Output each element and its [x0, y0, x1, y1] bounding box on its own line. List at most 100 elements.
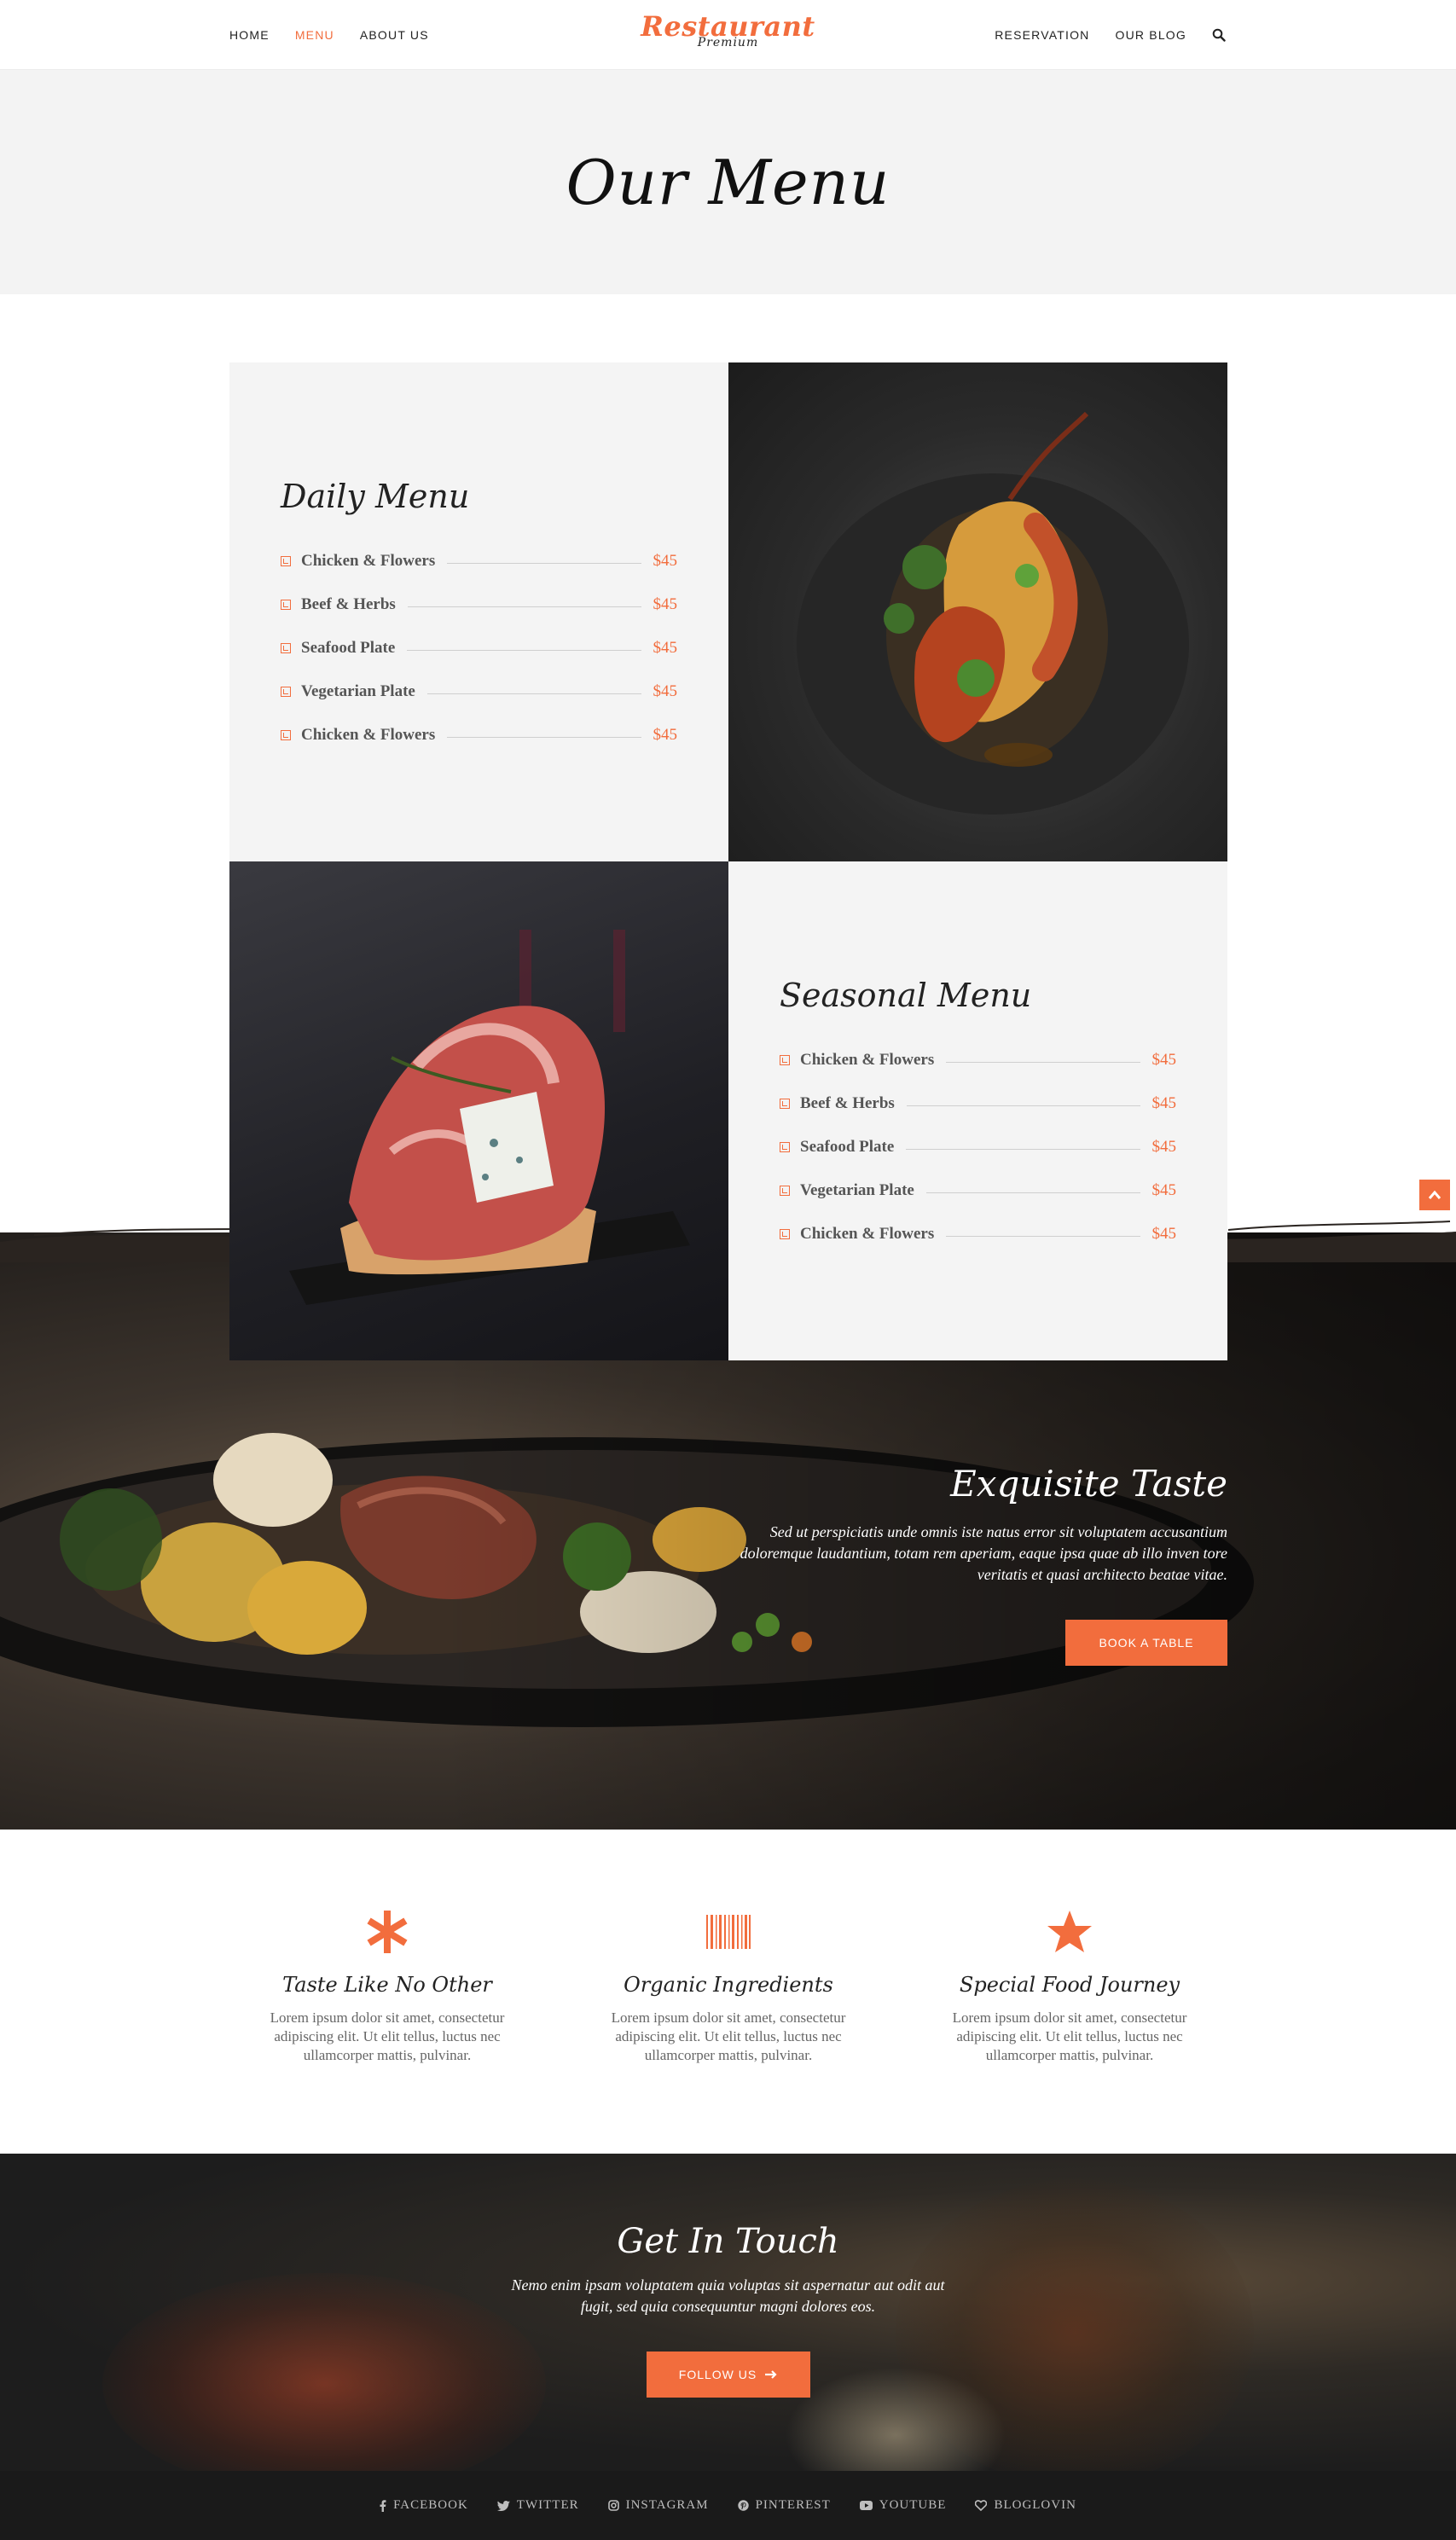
menu-item[interactable]: Vegetarian Plate $45 — [281, 670, 677, 713]
dish-name: Vegetarian Plate — [800, 1180, 914, 1199]
taste-description: Sed ut perspiciatis unde omnis iste natu… — [740, 1523, 1227, 1583]
prosciutto-plate-illustration — [289, 930, 690, 1305]
dish-icon — [281, 729, 291, 740]
dish-name: Seafood Plate — [301, 638, 396, 657]
barcode-icon — [588, 1906, 869, 1957]
social-label: TWITTER — [516, 2498, 579, 2512]
menu-item[interactable]: Beef & Herbs $45 — [780, 1082, 1176, 1125]
dish-icon — [780, 1185, 790, 1196]
dish-price: $45 — [1151, 1050, 1177, 1069]
page-title: Our Menu — [566, 146, 890, 218]
dish-icon — [281, 686, 291, 697]
dish-name: Seafood Plate — [800, 1137, 895, 1156]
touch-description: Nemo enim ipsam voluptatem quia voluptas… — [511, 2276, 945, 2315]
taste-title: Exquisite Taste — [950, 1463, 1227, 1505]
social-link-youtube[interactable]: YOUTUBE — [859, 2498, 947, 2513]
dish-name: Chicken & Flowers — [301, 725, 436, 744]
nav-reservation[interactable]: RESERVATION — [995, 28, 1089, 42]
social-label: YOUTUBE — [879, 2498, 947, 2512]
dish-icon — [281, 555, 291, 566]
dish-icon — [780, 1054, 790, 1065]
menu-item[interactable]: Vegetarian Plate $45 — [780, 1169, 1176, 1212]
youtube-icon — [859, 2501, 873, 2510]
feature-description: Lorem ipsum dolor sit amet, consectetur … — [952, 2009, 1187, 2063]
dotted-leader — [447, 563, 641, 564]
daily-menu-heading: Daily Menu — [281, 478, 470, 515]
dotted-leader — [407, 606, 641, 607]
dish-icon — [281, 599, 291, 610]
social-link-pinterest[interactable]: PINTEREST — [737, 2498, 831, 2513]
facebook-icon — [380, 2499, 386, 2512]
feature-card: Special Food Journey Lorem ipsum dolor s… — [929, 1906, 1210, 2065]
feature-title: Special Food Journey — [959, 1973, 1180, 1997]
search-icon[interactable] — [1212, 28, 1226, 42]
dish-price: $45 — [653, 638, 678, 657]
dish-price: $45 — [1151, 1180, 1177, 1199]
feature-title: Organic Ingredients — [624, 1973, 833, 1997]
dish-price: $45 — [1151, 1093, 1177, 1112]
social-label: FACEBOOK — [393, 2498, 468, 2512]
dish-name: Chicken & Flowers — [800, 1224, 935, 1243]
feature-description: Lorem ipsum dolor sit amet, consectetur … — [611, 2009, 846, 2063]
top-navigation: HOME MENU ABOUT US Restaurant Premium RE… — [0, 0, 1456, 70]
menu-item[interactable]: Chicken & Flowers $45 — [281, 539, 677, 583]
dish-price: $45 — [653, 725, 678, 744]
twitter-icon — [496, 2500, 510, 2511]
dish-icon — [780, 1141, 790, 1152]
dotted-leader — [447, 737, 641, 738]
dish-price: $45 — [1151, 1137, 1177, 1156]
nav-about-us[interactable]: ABOUT US — [360, 28, 429, 42]
features-section: Taste Like No Other Lorem ipsum dolor si… — [0, 1830, 1456, 2154]
seasonal-menu-heading: Seasonal Menu — [780, 977, 1032, 1014]
social-label: BLOGLOVIN — [994, 2498, 1076, 2512]
heart-icon — [975, 2500, 988, 2511]
dish-price: $45 — [653, 594, 678, 613]
dotted-leader — [906, 1105, 1140, 1106]
arrow-right-icon — [765, 2370, 777, 2379]
seasonal-menu-card: Seasonal Menu Chicken & Flowers $45 Beef … — [728, 861, 1227, 1360]
dish-icon — [780, 1098, 790, 1109]
nav-right: RESERVATION OUR BLOG — [995, 0, 1226, 70]
asterisk-icon — [247, 1906, 528, 1957]
menu-grid: Daily Menu Chicken & Flowers $45 Beef & H… — [229, 362, 1227, 1360]
dotted-leader — [426, 693, 641, 694]
dish-icon — [780, 1228, 790, 1239]
touch-content: Get In Touch Nemo enim ipsam voluptatem … — [0, 2222, 1456, 2398]
prosciutto-dish-image — [229, 861, 728, 1360]
dish-price: $45 — [653, 551, 678, 570]
dish-price: $45 — [653, 681, 678, 700]
dotted-leader — [407, 650, 641, 651]
daily-menu-card: Daily Menu Chicken & Flowers $45 Beef & H… — [229, 362, 728, 861]
nav-left: HOME MENU ABOUT US — [229, 0, 429, 70]
menu-item[interactable]: Chicken & Flowers $45 — [780, 1038, 1176, 1082]
dotted-leader — [925, 1192, 1140, 1193]
menu-item[interactable]: Seafood Plate $45 — [780, 1125, 1176, 1169]
dish-icon — [281, 642, 291, 653]
dotted-leader — [946, 1236, 1140, 1237]
menu-item[interactable]: Seafood Plate $45 — [281, 626, 677, 670]
social-link-facebook[interactable]: FACEBOOK — [380, 2498, 468, 2513]
taste-content: Exquisite Taste Sed ut perspiciatis unde… — [716, 1463, 1227, 1666]
shrimp-dish-image — [728, 362, 1227, 861]
dish-name: Vegetarian Plate — [301, 681, 415, 700]
nav-our-blog[interactable]: OUR BLOG — [1115, 28, 1186, 42]
chevron-up-icon — [1428, 1190, 1441, 1199]
touch-title: Get In Touch — [617, 2222, 839, 2261]
social-link-bloglovin[interactable]: BLOGLOVIN — [975, 2498, 1076, 2513]
social-link-twitter[interactable]: TWITTER — [496, 2498, 579, 2513]
dish-price: $45 — [1151, 1224, 1177, 1243]
nav-menu[interactable]: MENU — [295, 28, 334, 42]
dotted-leader — [906, 1149, 1140, 1150]
follow-us-button[interactable]: FOLLOW US — [646, 2352, 810, 2398]
scroll-to-top-button[interactable] — [1419, 1180, 1450, 1210]
site-logo[interactable]: Restaurant Premium — [641, 12, 815, 49]
page-title-banner: Our Menu — [0, 70, 1456, 294]
pinterest-icon — [737, 2500, 749, 2511]
menu-item[interactable]: Chicken & Flowers $45 — [281, 713, 677, 757]
menu-item[interactable]: Chicken & Flowers $45 — [780, 1212, 1176, 1256]
social-link-instagram[interactable]: INSTAGRAM — [607, 2498, 709, 2513]
menu-item[interactable]: Beef & Herbs $45 — [281, 583, 677, 626]
shrimp-plate-illustration — [797, 411, 1189, 815]
nav-home[interactable]: HOME — [229, 28, 270, 42]
book-a-table-button[interactable]: BOOK A TABLE — [1065, 1620, 1227, 1666]
